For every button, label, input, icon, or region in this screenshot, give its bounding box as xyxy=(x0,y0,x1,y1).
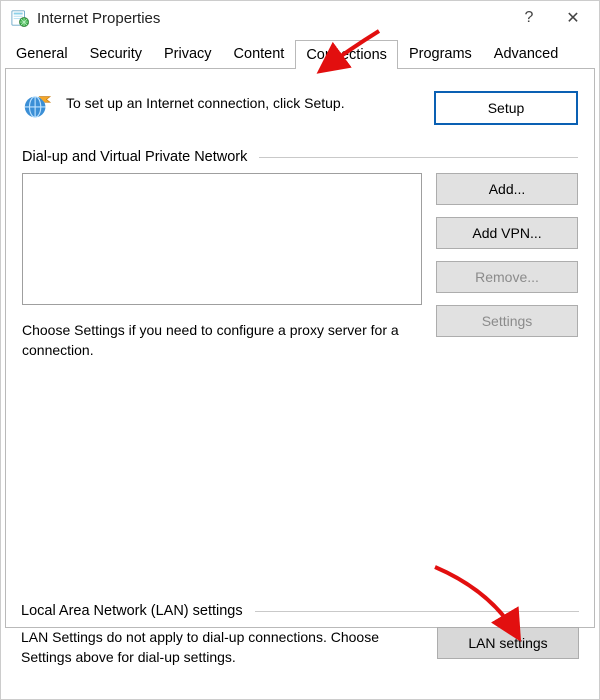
tab-panel-connections: To set up an Internet connection, click … xyxy=(5,68,595,628)
internet-options-icon xyxy=(11,9,29,27)
tab-general[interactable]: General xyxy=(5,39,79,68)
remove-connection-button: Remove... xyxy=(436,261,578,293)
add-vpn-button[interactable]: Add VPN... xyxy=(436,217,578,249)
connection-settings-button: Settings xyxy=(436,305,578,337)
divider xyxy=(259,157,578,158)
tab-container: General Security Privacy Content Connect… xyxy=(5,39,595,628)
tab-strip: General Security Privacy Content Connect… xyxy=(5,39,595,68)
tab-connections[interactable]: Connections xyxy=(295,40,398,69)
setup-button[interactable]: Setup xyxy=(434,91,578,125)
internet-properties-dialog: Internet Properties ? ✕ General Security… xyxy=(0,0,600,700)
dialup-heading-label: Dial-up and Virtual Private Network xyxy=(22,149,247,165)
setup-row: To set up an Internet connection, click … xyxy=(22,91,578,125)
add-connection-button[interactable]: Add... xyxy=(436,173,578,205)
lan-settings-button[interactable]: LAN settings xyxy=(437,627,579,659)
tab-privacy[interactable]: Privacy xyxy=(153,39,223,68)
lan-group-heading: Local Area Network (LAN) settings xyxy=(21,603,579,619)
tab-advanced[interactable]: Advanced xyxy=(483,39,570,68)
tab-programs[interactable]: Programs xyxy=(398,39,483,68)
window-title: Internet Properties xyxy=(37,10,507,27)
lan-section: Local Area Network (LAN) settings LAN Se… xyxy=(21,599,579,668)
lan-heading-label: Local Area Network (LAN) settings xyxy=(21,603,243,619)
dialup-row: Add... Add VPN... Remove... xyxy=(22,173,578,305)
dialup-caption-row: Choose Settings if you need to configure… xyxy=(22,305,578,360)
setup-text: To set up an Internet connection, click … xyxy=(66,91,420,113)
dialup-group-heading: Dial-up and Virtual Private Network xyxy=(22,149,578,165)
divider xyxy=(255,611,579,612)
tab-content[interactable]: Content xyxy=(223,39,296,68)
close-button[interactable]: ✕ xyxy=(551,3,595,33)
dialup-caption: Choose Settings if you need to configure… xyxy=(22,321,422,360)
dialup-connections-listbox[interactable] xyxy=(22,173,422,305)
dialup-button-column: Add... Add VPN... Remove... xyxy=(436,173,578,305)
help-button[interactable]: ? xyxy=(507,3,551,33)
titlebar: Internet Properties ? ✕ xyxy=(1,1,599,35)
tab-security[interactable]: Security xyxy=(79,39,153,68)
connection-wizard-icon xyxy=(22,91,52,121)
lan-description: LAN Settings do not apply to dial-up con… xyxy=(21,627,423,668)
lan-row: LAN Settings do not apply to dial-up con… xyxy=(21,627,579,668)
